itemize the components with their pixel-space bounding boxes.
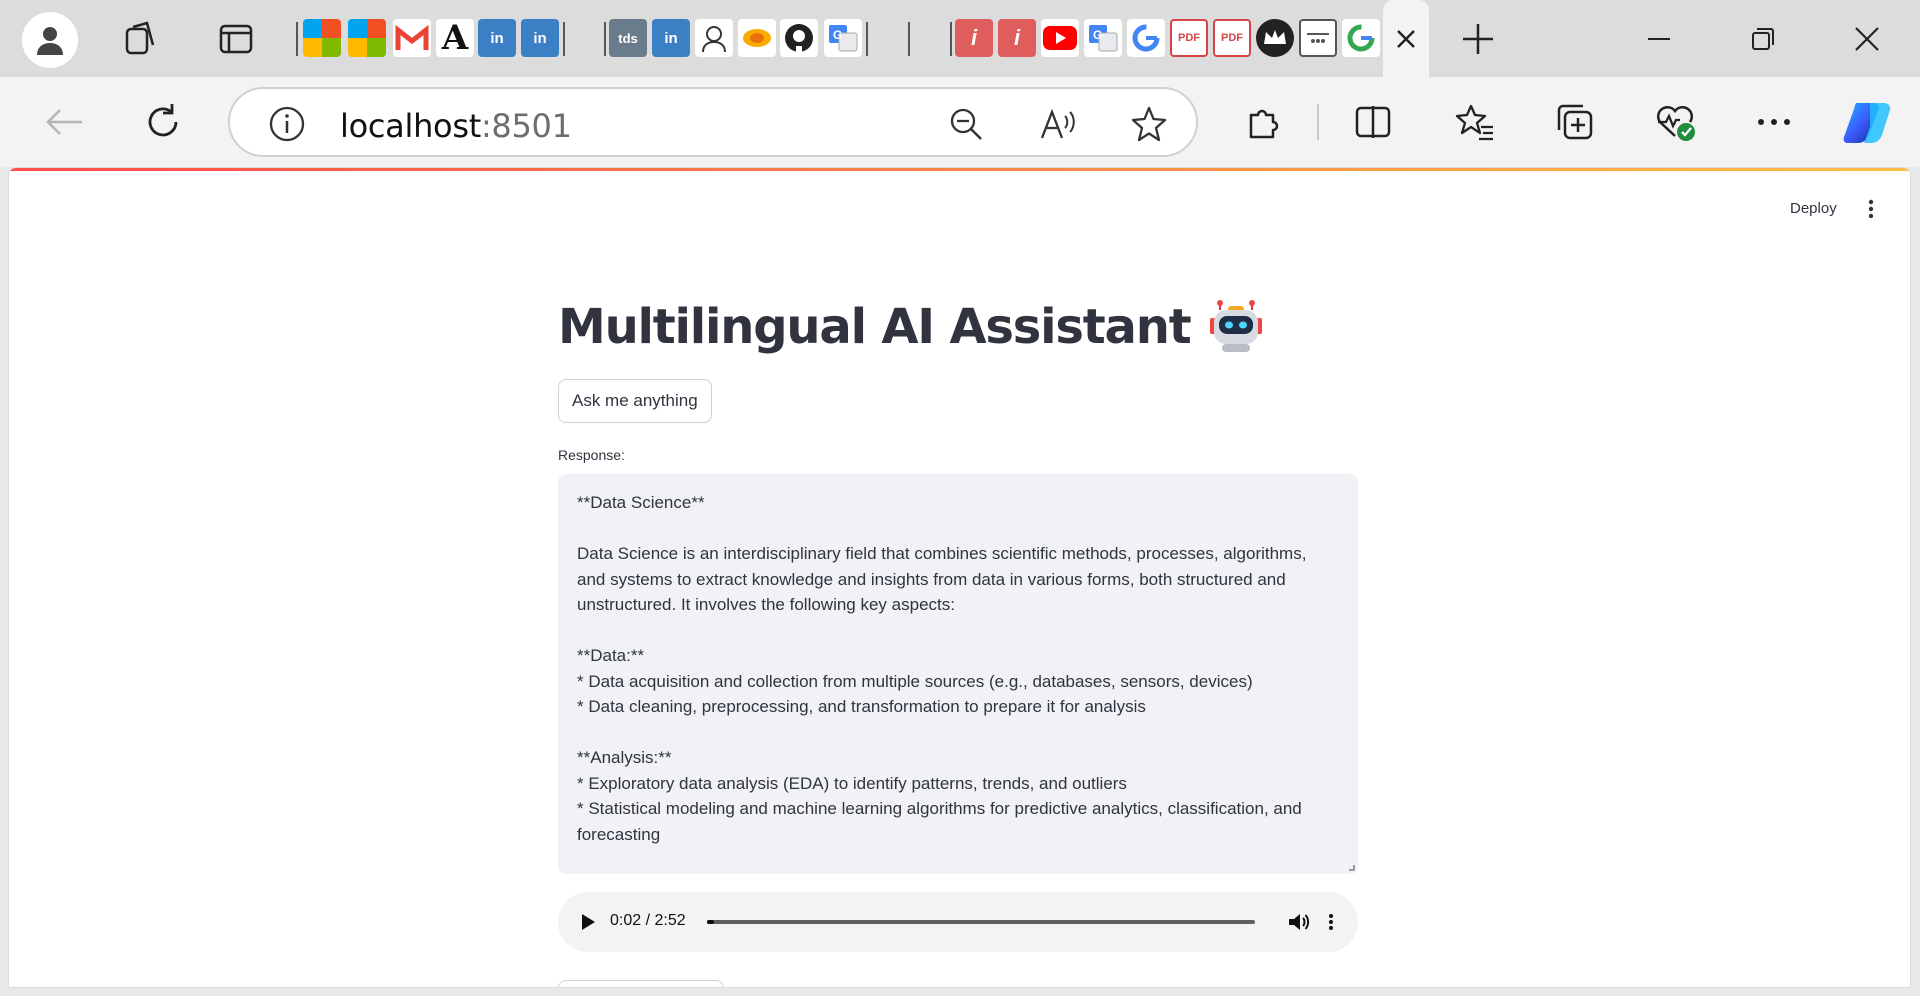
tab-separator: [296, 22, 298, 56]
active-tab[interactable]: [1383, 0, 1429, 77]
web-page: Deploy Multilingual AI Assistant Ask me …: [8, 167, 1911, 988]
pdf-reader-icon[interactable]: i: [955, 19, 993, 57]
refresh-icon: [148, 104, 178, 137]
tds-icon[interactable]: tds: [609, 19, 647, 57]
github-icon[interactable]: [780, 19, 818, 57]
linkedin-icon[interactable]: in: [478, 19, 516, 57]
main-menu-button[interactable]: [1859, 194, 1883, 224]
close-tab-icon[interactable]: [1394, 27, 1418, 51]
tab-separator: [950, 22, 952, 56]
new-tab-button[interactable]: [1452, 13, 1504, 65]
more-menu-button[interactable]: [1746, 94, 1802, 150]
ask-me-anything-button[interactable]: Ask me anything: [558, 379, 712, 423]
portrait-icon[interactable]: [695, 19, 733, 57]
navigation-bar: localhost:8501: [0, 77, 1920, 167]
minimize-button[interactable]: [1633, 13, 1685, 65]
app-header-decoration: [9, 168, 1910, 171]
pdf-reader-icon[interactable]: i: [998, 19, 1036, 57]
a-icon[interactable]: A: [436, 18, 474, 58]
close-window-button[interactable]: [1841, 13, 1893, 65]
favorites-button[interactable]: [1447, 94, 1503, 150]
favorites-list-icon: [1455, 104, 1493, 141]
resize-handle[interactable]: [1349, 865, 1355, 871]
copilot-button[interactable]: [1840, 94, 1896, 150]
app-icon[interactable]: [1299, 19, 1337, 57]
linkedin-icon[interactable]: in: [521, 19, 559, 57]
address-bar[interactable]: localhost:8501: [228, 87, 1198, 157]
pdf-icon[interactable]: PDF: [1213, 19, 1251, 57]
page-title: Multilingual AI Assistant: [558, 299, 1264, 355]
read-aloud-icon[interactable]: [1030, 96, 1086, 152]
favorite-star-icon[interactable]: [1121, 96, 1177, 152]
play-icon: [582, 914, 595, 930]
linkedin-icon[interactable]: in: [652, 19, 690, 57]
workspaces-icon[interactable]: [118, 16, 164, 62]
next-widget[interactable]: [558, 980, 724, 987]
youtube-icon[interactable]: [1041, 19, 1079, 57]
kebab-menu-icon: [1329, 914, 1333, 930]
browser-essentials-button[interactable]: [1647, 94, 1703, 150]
collections-button[interactable]: [1547, 94, 1603, 150]
kebab-menu-icon: [1868, 199, 1874, 219]
svg-text:G: G: [1093, 28, 1102, 42]
audio-player: 0:02 / 2:52: [558, 892, 1358, 952]
split-screen-icon: [1355, 106, 1391, 138]
robot-icon: [1210, 300, 1263, 352]
audio-progress-bar[interactable]: [707, 920, 1255, 924]
url-text: localhost:8501: [340, 107, 572, 145]
colab-icon[interactable]: [738, 19, 776, 57]
close-icon: [1855, 27, 1879, 51]
profile-avatar[interactable]: [22, 12, 78, 68]
tab-separator: [604, 22, 606, 56]
deploy-button[interactable]: Deploy: [1790, 200, 1837, 217]
plus-icon: [1463, 24, 1493, 54]
tab-separator: [563, 22, 565, 56]
extensions-button[interactable]: [1236, 94, 1292, 150]
minimize-icon: [1648, 38, 1670, 40]
response-label: Response:: [558, 447, 625, 463]
crown-icon[interactable]: [1256, 19, 1294, 57]
collections-icon: [1557, 104, 1593, 140]
back-button[interactable]: [36, 94, 92, 150]
site-info-icon[interactable]: [259, 96, 315, 152]
zoom-out-icon[interactable]: [938, 96, 994, 152]
refresh-button[interactable]: [135, 94, 191, 150]
tab-strip: A in in tds in G i i G PDF PDF: [0, 0, 1920, 77]
audio-time: 0:02 / 2:52: [610, 912, 686, 929]
tab-separator: [908, 22, 910, 56]
vertical-tabs-icon[interactable]: [213, 16, 259, 62]
translate-icon[interactable]: G: [824, 19, 862, 57]
play-button[interactable]: [572, 906, 604, 938]
audio-options-button[interactable]: [1321, 908, 1341, 936]
svg-text:G: G: [833, 28, 842, 42]
split-screen-button[interactable]: [1345, 94, 1401, 150]
restore-icon: [1752, 28, 1774, 50]
copilot-icon: [1843, 103, 1891, 143]
restore-button[interactable]: [1737, 13, 1789, 65]
response-text: **Data Science** Data Science is an inte…: [577, 493, 1307, 844]
page-title-text: Multilingual AI Assistant: [558, 299, 1192, 355]
google-icon[interactable]: [1127, 19, 1165, 57]
translate-icon[interactable]: G: [1084, 19, 1122, 57]
audio-progress-fill: [707, 920, 714, 924]
puzzle-icon: [1249, 109, 1279, 139]
toolbar-divider: [1317, 104, 1319, 140]
person-icon: [37, 27, 63, 55]
ellipsis-icon: [1758, 119, 1790, 125]
heart-pulse-icon: [1657, 106, 1695, 141]
back-arrow-icon: [46, 109, 82, 135]
google-icon[interactable]: [1342, 19, 1380, 57]
pdf-icon[interactable]: PDF: [1170, 19, 1208, 57]
volume-button[interactable]: [1285, 908, 1313, 936]
volume-icon: [1289, 914, 1310, 930]
microsoft-icon[interactable]: [303, 19, 341, 57]
gmail-icon[interactable]: [393, 19, 431, 57]
response-textarea[interactable]: **Data Science** Data Science is an inte…: [558, 474, 1358, 874]
microsoft-icon[interactable]: [348, 19, 386, 57]
tab-separator: [866, 22, 868, 56]
